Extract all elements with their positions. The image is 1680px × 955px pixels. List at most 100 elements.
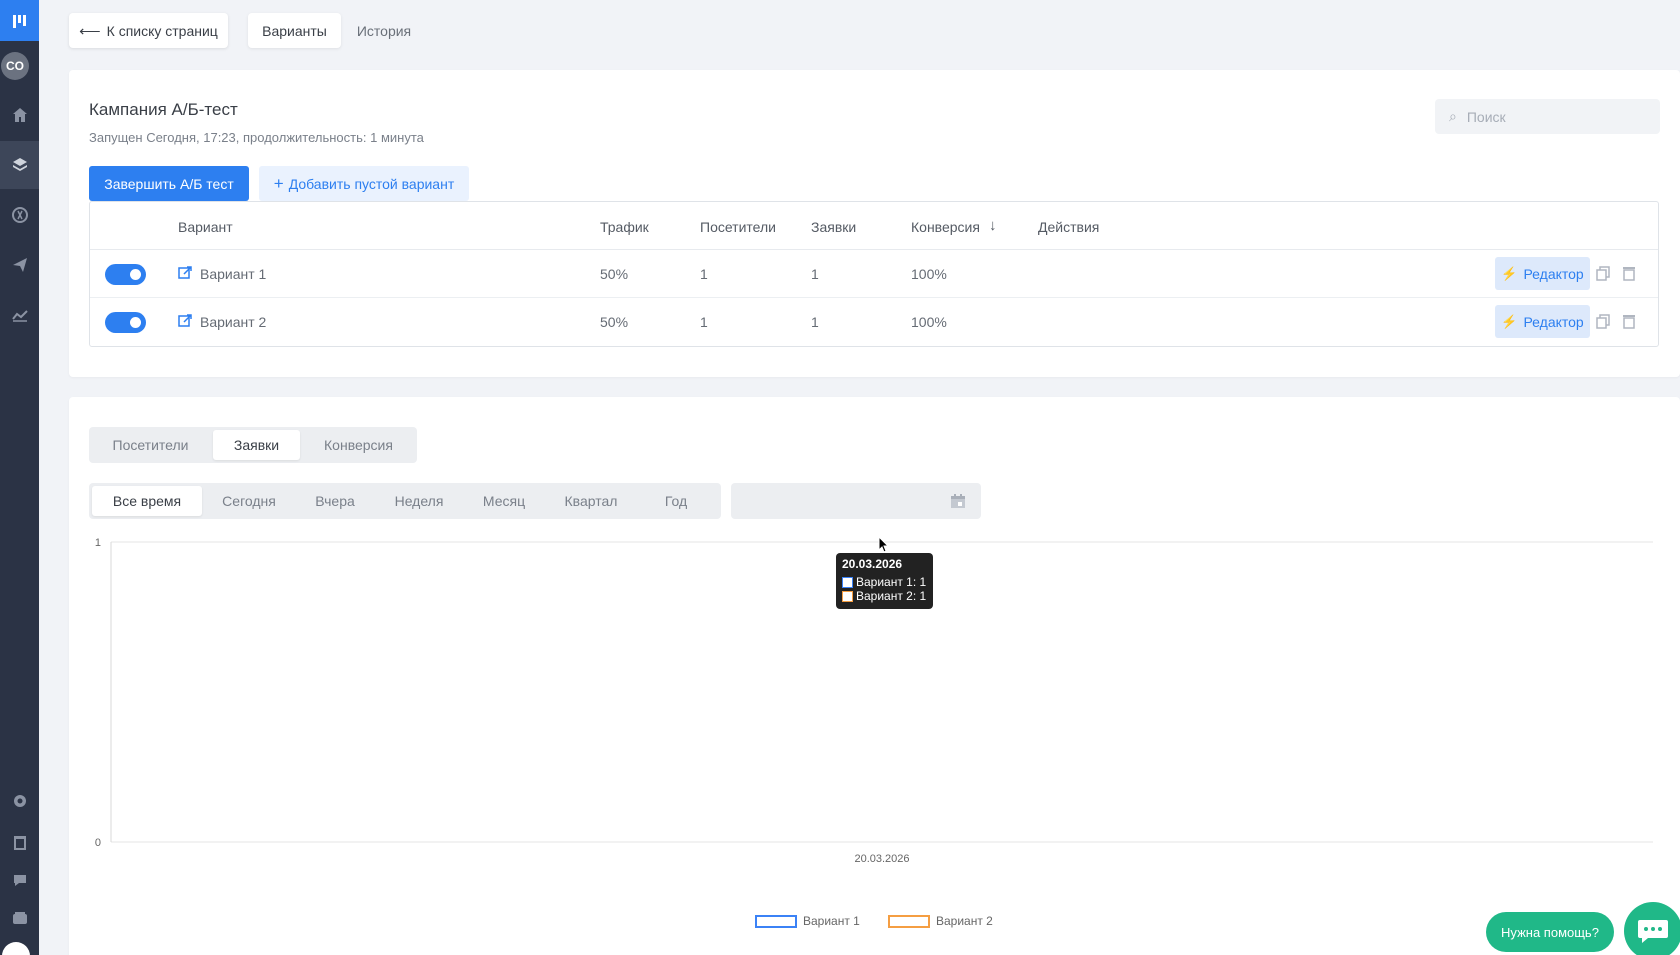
avatar[interactable]: CO [1, 52, 29, 80]
back-to-pages-button[interactable]: ⟵ К списку страниц [69, 13, 228, 48]
legend-item[interactable]: Вариант 2 [888, 914, 993, 928]
editor-label: Редактор [1523, 265, 1584, 282]
variant-visitors: 1 [700, 266, 708, 282]
chart-axis-labels: 1 0 20.03.2026 [95, 537, 910, 865]
variants-table: Вариант Трафик Посетители Заявки Конверс… [89, 201, 1659, 347]
tab-variants[interactable]: Варианты [248, 13, 341, 48]
tooltip-row-1: Вариант 1: 1 [856, 575, 927, 589]
tooltip-date: 20.03.2026 [842, 557, 903, 571]
variant-traffic: 50% [600, 314, 629, 330]
legend-swatch-2 [888, 914, 930, 928]
delete-icon[interactable] [1622, 266, 1636, 281]
user-avatar[interactable] [2, 942, 30, 955]
search-input[interactable]: ⌕ Поиск [1435, 99, 1660, 134]
variant-toggle[interactable] [105, 264, 146, 285]
header-visitors[interactable]: Посетители [700, 219, 776, 235]
editor-label: Редактор [1523, 313, 1584, 330]
tooltip-row-2: Вариант 2: 1 [856, 589, 927, 603]
table-header: Вариант Трафик Посетители Заявки Конверс… [90, 202, 1658, 250]
chat-button[interactable] [1624, 902, 1680, 955]
home-icon[interactable] [0, 91, 39, 139]
legend-label-2: Вариант 2 [936, 914, 993, 928]
header-actions: Действия [1038, 219, 1100, 235]
add-variant-label: Добавить пустой вариант [288, 175, 455, 192]
variant-toggle[interactable] [105, 312, 146, 333]
wallet-icon[interactable] [0, 898, 39, 938]
table-row: Вариант 2 50% 1 1 100% ⚡ Редактор [90, 298, 1658, 346]
tooltip-row: Вариант 2: 1 [842, 589, 927, 603]
metric-tabs: Посетители Заявки Конверсия [89, 427, 417, 463]
layers-icon[interactable] [0, 141, 39, 189]
analytics-icon[interactable] [0, 291, 39, 339]
leads-icon[interactable] [0, 191, 39, 239]
period-yesterday[interactable]: Вчера [294, 486, 376, 516]
variant-conversion: 100% [911, 266, 947, 282]
editor-button[interactable]: ⚡ Редактор [1495, 305, 1590, 338]
page-title: Кампания А/Б-тест [89, 100, 238, 119]
add-empty-variant-button[interactable]: + Добавить пустой вариант [259, 166, 469, 201]
campaign-card: Кампания А/Б-тест Запущен Сегодня, 17:23… [69, 70, 1680, 377]
legend-label-1: Вариант 1 [803, 914, 860, 928]
variant-conversion: 100% [911, 314, 947, 330]
period-week[interactable]: Неделя [376, 486, 462, 516]
period-all-time[interactable]: Все время [92, 486, 202, 516]
external-link-icon[interactable] [178, 266, 192, 280]
period-today[interactable]: Сегодня [204, 486, 294, 516]
campaign-status: Запущен Сегодня, 17:23, продолжительност… [89, 130, 424, 145]
tab-history[interactable]: История [347, 13, 421, 48]
mouse-cursor-icon [878, 536, 890, 553]
tooltip-row: Вариант 1: 1 [842, 575, 927, 589]
trash-icon[interactable] [0, 822, 39, 862]
period-quarter[interactable]: Квартал [546, 486, 636, 516]
header-variant[interactable]: Вариант [178, 219, 233, 235]
help-icon[interactable] [0, 860, 39, 900]
search-placeholder: Поиск [1466, 108, 1506, 125]
logo-icon[interactable] [0, 0, 39, 41]
sort-down-icon[interactable]: ↓ [989, 217, 997, 234]
period-tabs: Все время Сегодня Вчера Неделя Месяц Ква… [89, 483, 721, 519]
x-tick-label: 20.03.2026 [854, 853, 909, 865]
send-icon[interactable] [0, 241, 39, 289]
header-conversion[interactable]: Конверсия [911, 219, 980, 235]
copy-icon[interactable] [1596, 314, 1610, 329]
variant-leads: 1 [811, 314, 819, 330]
header-leads[interactable]: Заявки [811, 219, 856, 235]
tab-visitors[interactable]: Посетители [92, 430, 209, 460]
settings-icon[interactable] [0, 780, 39, 822]
chat-icon [1638, 920, 1668, 943]
tab-leads[interactable]: Заявки [213, 430, 300, 460]
external-link-icon[interactable] [178, 314, 192, 328]
table-row: Вариант 1 50% 1 1 100% ⚡ Редактор [90, 250, 1658, 298]
variant-traffic: 50% [600, 266, 629, 282]
arrow-left-icon: ⟵ [79, 22, 101, 40]
copy-icon[interactable] [1596, 266, 1610, 281]
y-tick-label: 1 [95, 537, 101, 549]
variant-name[interactable]: Вариант 2 [200, 314, 266, 330]
back-label: К списку страниц [106, 22, 218, 39]
calendar-icon[interactable] [949, 492, 967, 510]
bolt-icon: ⚡ [1501, 265, 1518, 281]
legend-item[interactable]: Вариант 1 [755, 914, 860, 928]
y-tick-label: 0 [95, 837, 101, 849]
sidebar: CO [0, 0, 39, 955]
variant-visitors: 1 [700, 314, 708, 330]
finish-ab-test-button[interactable]: Завершить А/Б тест [89, 166, 249, 201]
stats-card: Посетители Заявки Конверсия Все время Се… [69, 397, 1680, 955]
tab-conversion[interactable]: Конверсия [303, 430, 414, 460]
header-traffic[interactable]: Трафик [600, 219, 649, 235]
tooltip-swatch-2 [842, 590, 853, 602]
help-button[interactable]: Нужна помощь? [1486, 912, 1614, 952]
period-year[interactable]: Год [636, 486, 716, 516]
plus-icon: + [273, 173, 284, 193]
legend-swatch-1 [755, 914, 797, 928]
delete-icon[interactable] [1622, 314, 1636, 329]
editor-button[interactable]: ⚡ Редактор [1495, 257, 1590, 290]
variant-leads: 1 [811, 266, 819, 282]
bolt-icon: ⚡ [1501, 313, 1518, 329]
variant-name[interactable]: Вариант 1 [200, 266, 266, 282]
chart-tooltip: 20.03.2026 Вариант 1: 1 Вариант 2: 1 [836, 553, 933, 609]
search-icon: ⌕ [1449, 108, 1457, 124]
tooltip-swatch-1 [842, 576, 853, 588]
period-month[interactable]: Месяц [462, 486, 546, 516]
date-range-picker[interactable] [731, 483, 981, 519]
